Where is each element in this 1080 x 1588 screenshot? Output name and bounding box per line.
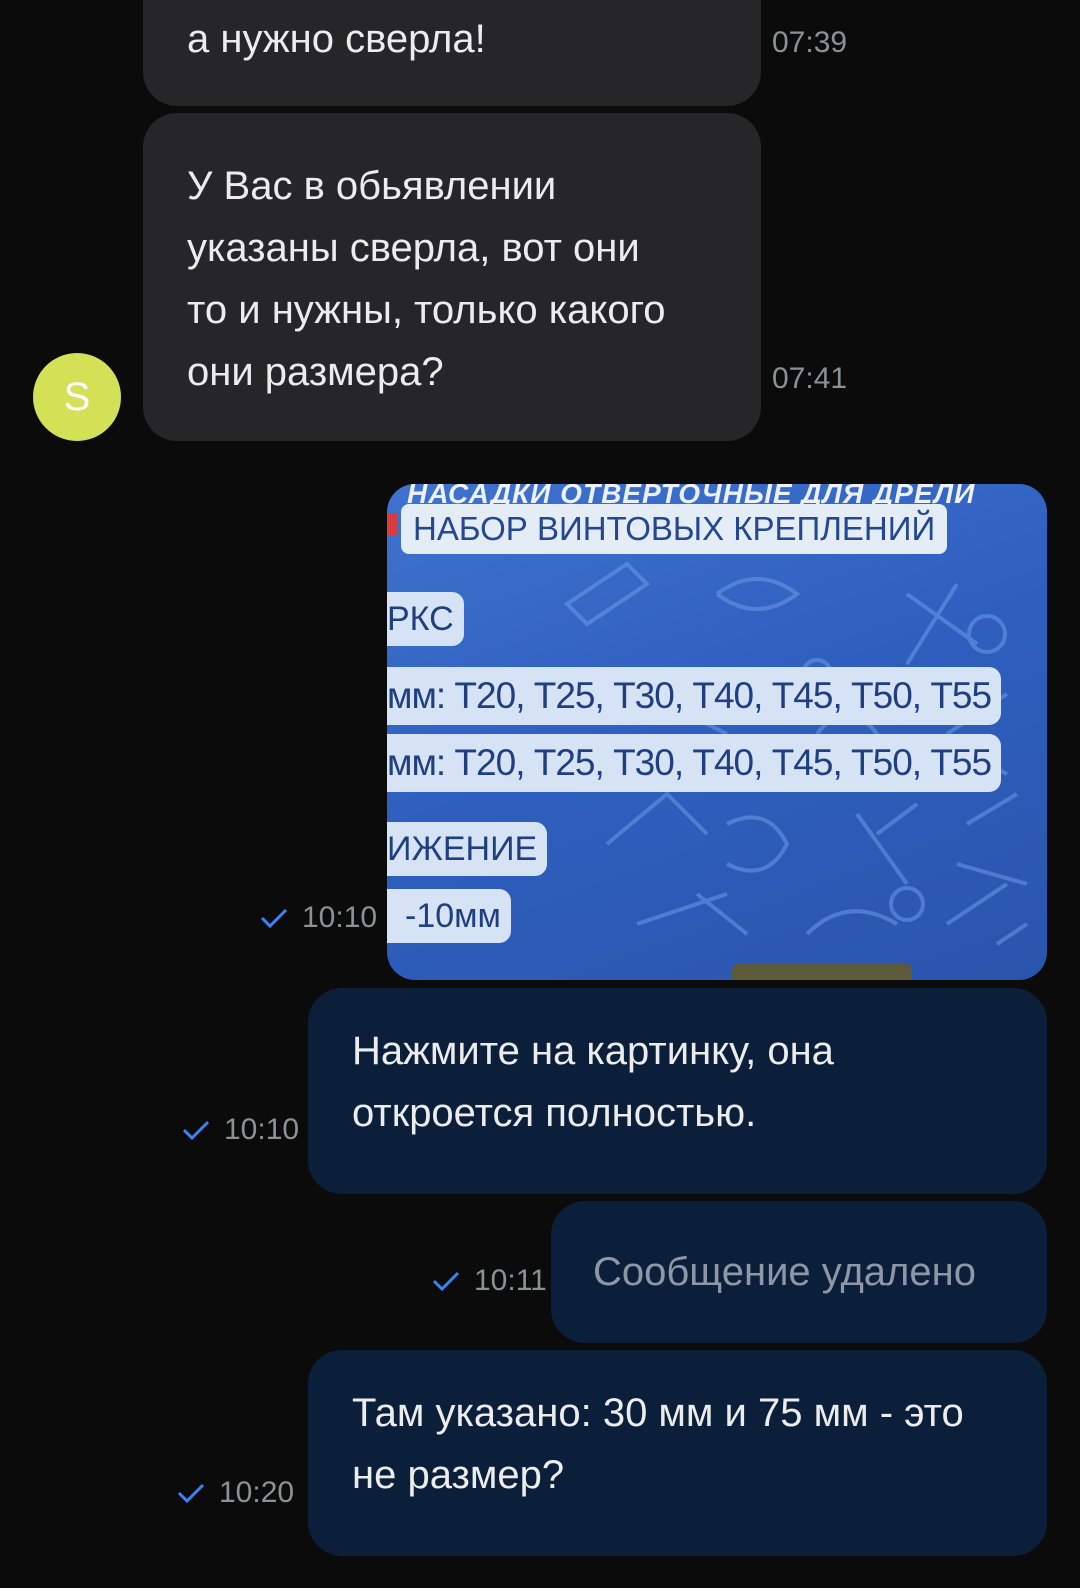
check-icon — [177, 1483, 205, 1504]
outgoing-message-bubble[interactable]: Нажмите на картинку, она откроется полно… — [308, 988, 1047, 1194]
image-label-chip: ИЖЕНИЕ — [387, 822, 548, 876]
deleted-message-bubble[interactable]: Сообщение удалено — [551, 1201, 1047, 1343]
image-label-chip: РКС — [387, 592, 464, 646]
message-time: 10:20 — [177, 1476, 294, 1510]
message-time-text: 10:11 — [474, 1264, 547, 1297]
message-text: а нужно сверла! — [187, 17, 486, 61]
message-text: Там указано: 30 мм и 75 мм - это не разм… — [352, 1391, 964, 1497]
avatar-initial: S — [63, 375, 91, 419]
message-time-text: 10:10 — [302, 901, 378, 934]
image-spec-line: мм: Т20, Т25, Т30, Т40, Т45, Т50, Т55 — [387, 734, 1002, 792]
deleted-message-text: Сообщение удалено — [593, 1250, 976, 1294]
message-time-text: 10:10 — [224, 1113, 300, 1146]
image-header: НАБОР ВИНТОВЫХ КРЕПЛЕНИЙ — [401, 504, 948, 554]
flag-marker — [387, 514, 397, 536]
incoming-message-bubble[interactable]: У Вас в обьявлении указаны сверла, вот о… — [143, 113, 761, 441]
check-icon — [432, 1271, 460, 1292]
message-time: 10:10 — [182, 1113, 299, 1147]
check-icon — [182, 1120, 210, 1141]
image-attachment[interactable]: НАСАДКИ ОТВЕРТОЧНЫЕ ДЛЯ ДРЕЛИ НАБОР ВИНТ… — [387, 484, 1047, 980]
image-label-chip: -10мм — [387, 889, 511, 943]
message-text: Нажмите на картинку, она откроется полно… — [352, 1029, 834, 1135]
check-icon — [260, 908, 288, 929]
outgoing-message-bubble[interactable]: Там указано: 30 мм и 75 мм - это не разм… — [308, 1350, 1047, 1556]
message-time-text: 10:20 — [219, 1476, 295, 1509]
incoming-message-bubble[interactable]: а нужно сверла! — [143, 0, 761, 106]
message-text: У Вас в обьявлении указаны сверла, вот о… — [187, 164, 666, 394]
message-time: 10:11 — [432, 1264, 547, 1298]
image-bottom-object — [732, 964, 912, 980]
image-spec-line: мм: Т20, Т25, Т30, Т40, Т45, Т50, Т55 — [387, 667, 1002, 725]
message-time: 10:10 — [260, 901, 377, 935]
contact-avatar[interactable]: S — [33, 353, 121, 441]
message-time: 07:39 — [772, 26, 848, 59]
message-time: 07:41 — [772, 362, 848, 395]
